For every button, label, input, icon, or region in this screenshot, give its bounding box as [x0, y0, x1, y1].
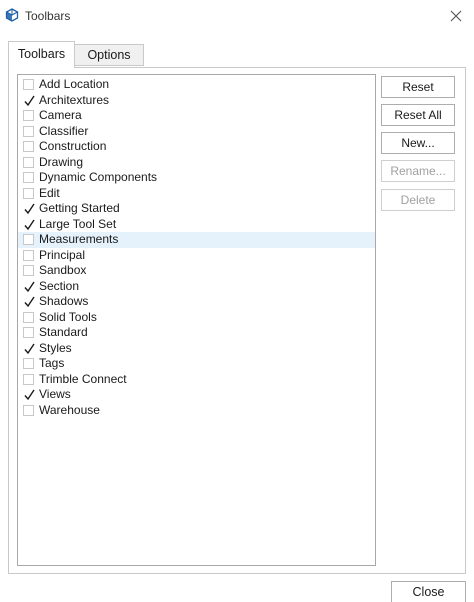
list-item[interactable]: Tags	[18, 356, 375, 372]
list-item[interactable]: Measurements	[18, 232, 375, 248]
list-item-label: Camera	[39, 108, 82, 122]
list-item[interactable]: Add Location	[18, 77, 375, 93]
checkbox-unchecked[interactable]	[23, 234, 34, 245]
checkbox-unchecked[interactable]	[23, 141, 34, 152]
checkbox-unchecked[interactable]	[23, 265, 34, 276]
checkbox-unchecked[interactable]	[23, 110, 34, 121]
checkbox-unchecked[interactable]	[23, 187, 34, 199]
list-item-label: Measurements	[39, 232, 119, 246]
list-item-label: Drawing	[39, 154, 84, 169]
checkbox-unchecked[interactable]	[23, 79, 34, 90]
tab-toolbars[interactable]: Toolbars	[8, 41, 75, 68]
checkbox-unchecked[interactable]	[23, 311, 34, 323]
list-item[interactable]: Warehouse	[18, 403, 375, 419]
checkbox-checked[interactable]	[23, 203, 35, 215]
list-item[interactable]: Drawing	[18, 155, 375, 171]
list-item-label: Sandbox	[39, 263, 87, 277]
list-item-label: Add Location	[39, 77, 110, 91]
title-bar: Toolbars	[0, 0, 474, 32]
list-item-label: Warehouse	[39, 402, 100, 417]
tab-options[interactable]: Options	[75, 44, 144, 66]
sketchup-app-icon	[5, 8, 19, 22]
list-item[interactable]: Views	[18, 387, 375, 403]
checkbox-checked[interactable]	[23, 95, 35, 106]
checkbox-unchecked[interactable]	[23, 156, 34, 168]
checkmark-icon	[24, 296, 35, 308]
checkmark-icon	[24, 95, 35, 106]
list-item[interactable]: Solid Tools	[18, 310, 375, 326]
list-item[interactable]: Large Tool Set	[18, 217, 375, 233]
list-item[interactable]: Styles	[18, 341, 375, 357]
list-item[interactable]: Shadows	[18, 294, 375, 310]
list-item[interactable]: Getting Started	[18, 201, 375, 217]
reset-all-button[interactable]: Reset All	[381, 104, 455, 126]
list-item-label: Section	[39, 278, 80, 293]
list-item-label: Styles	[39, 340, 72, 355]
list-item-label: Trimble Connect	[39, 371, 127, 386]
checkbox-checked[interactable]	[23, 281, 35, 292]
checkmark-icon	[24, 389, 35, 401]
list-item[interactable]: Section	[18, 279, 375, 295]
list-item-label: Tags	[39, 356, 65, 370]
list-item[interactable]: Camera	[18, 108, 375, 124]
list-item-label: Views	[39, 387, 71, 401]
checkbox-checked[interactable]	[23, 343, 35, 354]
checkbox-unchecked[interactable]	[23, 373, 34, 385]
toolbar-listbox[interactable]: Add Location Architextures Camera Classifie…	[17, 74, 376, 566]
list-item-label: Edit	[39, 185, 60, 200]
toolbars-dialog: Toolbars Toolbars Options Add Location Ar…	[0, 0, 474, 602]
list-item-label: Solid Tools	[39, 309, 97, 324]
list-item[interactable]: Edit	[18, 186, 375, 202]
list-item[interactable]: Construction	[18, 139, 375, 155]
checkbox-checked[interactable]	[23, 219, 35, 230]
reset-button[interactable]: Reset	[381, 76, 455, 98]
list-item-label: Architextures	[39, 92, 110, 107]
list-item[interactable]: Sandbox	[18, 263, 375, 279]
list-item-label: Large Tool Set	[39, 216, 117, 231]
close-window-icon[interactable]	[449, 9, 463, 23]
checkbox-unchecked[interactable]	[23, 358, 34, 369]
list-item[interactable]: Architextures	[18, 93, 375, 109]
list-item[interactable]: Dynamic Components	[18, 170, 375, 186]
delete-button[interactable]: Delete	[381, 189, 455, 211]
checkmark-icon	[24, 343, 35, 354]
list-item-label: Getting Started	[39, 201, 120, 215]
checkmark-icon	[24, 219, 35, 230]
list-item[interactable]: Principal	[18, 248, 375, 264]
checkbox-unchecked[interactable]	[23, 404, 34, 416]
list-item[interactable]: Standard	[18, 325, 375, 341]
close-button[interactable]: Close	[391, 581, 466, 602]
checkmark-icon	[24, 281, 35, 292]
list-item-label: Classifier	[39, 123, 89, 138]
list-item-label: Construction	[39, 139, 107, 153]
list-item-label: Dynamic Components	[39, 170, 158, 184]
window-title: Toolbars	[25, 9, 71, 23]
new-button[interactable]: New...	[381, 132, 455, 154]
checkbox-unchecked[interactable]	[23, 327, 34, 338]
list-item[interactable]: Trimble Connect	[18, 372, 375, 388]
rename-button[interactable]: Rename...	[381, 160, 455, 182]
checkbox-unchecked[interactable]	[23, 249, 34, 261]
list-item-label: Standard	[39, 325, 88, 339]
list-item-label: Shadows	[39, 294, 89, 308]
checkbox-unchecked[interactable]	[23, 172, 34, 183]
checkbox-unchecked[interactable]	[23, 125, 34, 137]
checkbox-checked[interactable]	[23, 389, 35, 401]
checkbox-checked[interactable]	[23, 296, 35, 308]
list-item[interactable]: Classifier	[18, 124, 375, 140]
list-item-label: Principal	[39, 247, 86, 262]
checkmark-icon	[24, 203, 35, 215]
